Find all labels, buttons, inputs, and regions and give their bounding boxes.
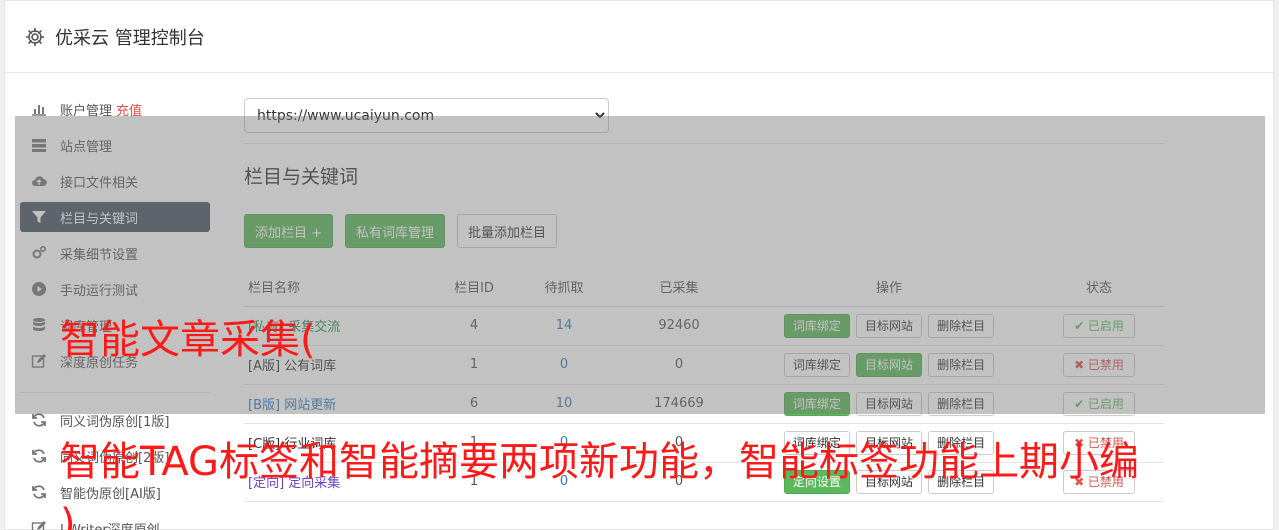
section-title: 栏目与关键词: [244, 166, 359, 188]
table-row: [A版] 公有词库 1 0 0 词库绑定 目标网站 删除栏目 ✖ 已禁用: [244, 345, 1164, 385]
sidebar-item-label: 同义词伪原创[1版]: [60, 414, 170, 430]
sidebar-item-label: 站点管理: [60, 139, 113, 155]
refresh-icon: [32, 485, 46, 499]
watermark-line-3: ): [60, 501, 76, 530]
add-column-button[interactable]: 添加栏目 +: [244, 214, 334, 248]
col-header-id: 栏目ID: [434, 268, 514, 307]
column-id: 4: [434, 306, 514, 346]
sidebar-item-label: 手动运行测试: [60, 283, 139, 299]
sidebar-item-collect-settings[interactable]: 采集细节设置: [20, 238, 210, 268]
sidebar-item-label: 智能伪原创[AI版]: [60, 486, 161, 502]
bind-wordlib-button[interactable]: 词库绑定: [783, 313, 850, 338]
delete-column-button[interactable]: 删除栏目: [928, 313, 995, 338]
edit-icon: [31, 354, 46, 368]
site-select[interactable]: https://www.ucaiyun.com: [244, 98, 609, 133]
filter-icon: [32, 211, 46, 223]
gear-icon: [25, 27, 45, 46]
refresh-icon: [32, 413, 46, 427]
column-id: 6: [434, 384, 514, 424]
col-header-pending: 待抓取: [514, 268, 614, 307]
delete-column-button[interactable]: 删除栏目: [928, 391, 995, 416]
col-header-collected: 已采集: [614, 268, 744, 307]
cloud-upload-icon: [32, 176, 47, 187]
target-site-button[interactable]: 目标网站: [855, 352, 922, 377]
pending-count[interactable]: 0: [514, 345, 614, 385]
divider: [244, 143, 1164, 144]
column-name-link[interactable]: [B版] 网站更新: [248, 398, 336, 413]
sidebar-item-columns[interactable]: 栏目与关键词: [20, 202, 210, 232]
sidebar-item-manual-run[interactable]: 手动运行测试: [20, 274, 210, 304]
col-header-name: 栏目名称: [244, 268, 434, 307]
status-toggle[interactable]: ✔ 已启用: [1063, 391, 1135, 416]
sidebar-item-label: 接口文件相关: [60, 175, 139, 191]
sidebar-item-label: 采集细节设置: [60, 247, 139, 263]
bar-chart-icon: [32, 105, 46, 116]
server-icon: [32, 139, 46, 152]
refresh-icon: [32, 449, 46, 463]
watermark-line-1: 智能文章采集(: [60, 317, 316, 363]
collected-count: 92460: [614, 306, 744, 346]
sidebar-item-interface[interactable]: 接口文件相关: [20, 166, 210, 196]
sidebar-item-synonym-v1[interactable]: 同义词伪原创[1版]: [20, 405, 210, 435]
play-circle-icon: [32, 282, 46, 296]
sidebar-item-iwriter[interactable]: I-Writer深度原创: [20, 513, 210, 530]
watermark-line-2: 智能TAG标签和智能摘要两项新功能，智能标签功能上期小编: [60, 439, 1139, 485]
private-lib-button[interactable]: 私有词库管理: [345, 214, 446, 248]
table-row: [私有] 采集交流 4 14 92460 词库绑定 目标网站 删除栏目 ✔ 已启…: [244, 306, 1164, 346]
page-title: 优采云 管理控制台: [55, 27, 205, 49]
target-site-button[interactable]: 目标网站: [855, 313, 922, 338]
delete-column-button[interactable]: 删除栏目: [928, 352, 995, 377]
status-toggle[interactable]: ✔ 已启用: [1063, 313, 1135, 338]
toolbar: 添加栏目 + 私有词库管理 批量添加栏目: [244, 214, 1164, 248]
pending-count[interactable]: 14: [514, 306, 614, 346]
header: 优采云 管理控制台: [5, 1, 1273, 73]
bind-wordlib-button[interactable]: 词库绑定: [783, 391, 850, 416]
status-toggle[interactable]: ✖ 已禁用: [1063, 352, 1135, 377]
collected-count: 0: [614, 345, 744, 385]
target-site-button[interactable]: 目标网站: [855, 391, 922, 416]
sidebar-item-label: 账户管理: [60, 103, 113, 119]
column-id: 1: [434, 345, 514, 385]
recharge-link[interactable]: 充值: [116, 100, 142, 119]
database-icon: [33, 318, 45, 331]
edit-icon: [31, 521, 46, 530]
gears-icon: [32, 245, 47, 259]
sidebar-item-label: 栏目与关键词: [60, 211, 139, 227]
table-row: [B版] 网站更新 6 10 174669 词库绑定 目标网站 删除栏目 ✔ 已…: [244, 384, 1164, 424]
collected-count: 174669: [614, 384, 744, 424]
table-header-row: 栏目名称 栏目ID 待抓取 已采集 操作 状态: [244, 268, 1164, 307]
pending-count[interactable]: 10: [514, 384, 614, 424]
sidebar-item-sites[interactable]: 站点管理: [20, 130, 210, 160]
sidebar-divider: [20, 392, 210, 393]
bind-wordlib-button[interactable]: 词库绑定: [783, 352, 850, 377]
sidebar-item-account[interactable]: 账户管理 充值: [20, 94, 210, 124]
col-header-actions: 操作: [744, 268, 1034, 307]
batch-add-button[interactable]: 批量添加栏目: [457, 214, 558, 248]
col-header-status: 状态: [1034, 268, 1164, 307]
